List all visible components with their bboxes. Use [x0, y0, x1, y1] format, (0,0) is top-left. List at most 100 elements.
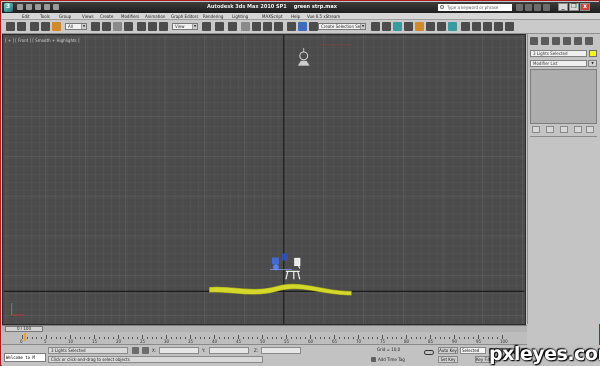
align-icon[interactable]	[309, 22, 318, 31]
rotate-icon[interactable]	[148, 22, 157, 31]
menu-help[interactable]: Help	[291, 13, 300, 20]
auto-key-button[interactable]: Auto Key	[438, 347, 458, 354]
maxscript-listener-input[interactable]: Welcome to M	[4, 353, 46, 362]
select-object-icon[interactable]	[91, 22, 100, 31]
object-color-swatch[interactable]	[589, 50, 597, 57]
set-key-button[interactable]: Set Key	[438, 356, 458, 363]
object-name-field[interactable]: 3 Lights Selected	[530, 50, 587, 57]
help-icon[interactable]	[543, 4, 550, 11]
selection-filter-dropdown[interactable]: All ▼	[65, 23, 87, 30]
key-selection-dropdown[interactable]: Selected	[460, 347, 486, 354]
curve-editor-icon[interactable]	[393, 22, 402, 31]
track-bar-tick	[252, 337, 254, 339]
window-crossing-icon[interactable]	[124, 22, 133, 31]
open-file-icon[interactable]	[26, 4, 32, 10]
modifier-list-dropdown[interactable]: Modifier List	[530, 60, 587, 67]
restore-button[interactable]: ❐	[569, 3, 579, 11]
add-time-tag-button[interactable]: Add Time Tag	[370, 356, 420, 363]
mirror-icon[interactable]	[298, 22, 307, 31]
menu-group[interactable]: Group	[59, 13, 71, 20]
set-key-icon[interactable]	[424, 350, 434, 355]
graphite-ribbon-icon[interactable]	[382, 22, 391, 31]
schematic-view-icon[interactable]	[404, 22, 413, 31]
snaps-toggle-icon[interactable]	[241, 22, 250, 31]
percent-snap-icon[interactable]	[263, 22, 272, 31]
new-file-icon[interactable]	[17, 4, 23, 10]
save-file-icon[interactable]	[35, 4, 41, 10]
vue-tool-4-icon[interactable]	[494, 22, 503, 31]
remove-modifier-icon[interactable]	[574, 126, 582, 133]
keyboard-shortcut-override-icon[interactable]	[228, 22, 237, 31]
angle-snap-icon[interactable]	[252, 22, 261, 31]
pivot-center-icon[interactable]	[202, 22, 211, 31]
utilities-tab-icon[interactable]	[585, 37, 593, 45]
vue-tool-2-icon[interactable]	[472, 22, 481, 31]
configure-modifier-sets-icon[interactable]	[586, 126, 594, 133]
undo-tool-icon[interactable]	[6, 22, 15, 31]
favorites-star-icon[interactable]	[534, 4, 541, 11]
modify-tab-icon[interactable]	[541, 37, 549, 45]
named-selection-set-dropdown[interactable]: Create Selection Set ▼	[318, 23, 366, 30]
reference-coordinate-dropdown[interactable]: View ▼	[172, 23, 198, 30]
track-bar-tick-label: 95	[476, 339, 482, 344]
redo-icon[interactable]	[53, 4, 59, 10]
z-coord-field[interactable]	[261, 347, 301, 354]
spinner-snap-icon[interactable]	[274, 22, 283, 31]
menu-modifiers[interactable]: Modifiers	[121, 13, 139, 20]
menu-vue-xstream[interactable]: Vue 6.5 xStream	[307, 13, 340, 20]
menu-rendering[interactable]: Rendering	[203, 13, 223, 20]
bind-space-warp-icon[interactable]	[52, 22, 61, 31]
menu-graph-editors[interactable]: Graph Editors	[171, 13, 198, 20]
track-bar-tick	[396, 337, 398, 339]
rendered-frame-window-icon[interactable]	[437, 22, 446, 31]
render-setup-icon[interactable]	[426, 22, 435, 31]
menu-edit[interactable]: Edit	[22, 13, 30, 20]
lock-selection-icon[interactable]	[132, 347, 139, 354]
binoculars-icon[interactable]	[516, 4, 523, 11]
render-production-icon[interactable]	[448, 22, 457, 31]
pin-stack-icon[interactable]	[532, 126, 540, 133]
track-bar[interactable]: 0 5 10 15 20 25 30 35 40 45 50 55 60 65 70 75 80 85 90 95 10…	[2, 332, 527, 345]
show-end-result-icon[interactable]	[546, 126, 554, 133]
display-tab-icon[interactable]	[574, 37, 582, 45]
close-button[interactable]: x	[580, 3, 590, 11]
menu-lighting[interactable]: Lighting	[232, 13, 248, 20]
front-viewport[interactable]: [ + ] [ Front ] [ Smooth + Highlights ]	[2, 34, 526, 325]
minimize-button[interactable]: _	[558, 3, 568, 11]
vue-tool-1-icon[interactable]	[461, 22, 470, 31]
keyword-search-input[interactable]: Type a keyword or phrase	[438, 4, 512, 11]
motion-tab-icon[interactable]	[563, 37, 571, 45]
hierarchy-tab-icon[interactable]	[552, 37, 560, 45]
menu-create[interactable]: Create	[100, 13, 113, 20]
unlink-icon[interactable]	[41, 22, 50, 31]
modifier-stack-list[interactable]	[530, 69, 597, 124]
material-editor-icon[interactable]	[415, 22, 424, 31]
subscription-icon[interactable]	[525, 4, 532, 11]
app-logo-icon[interactable]: 3	[4, 3, 13, 12]
menu-animation[interactable]: Animation	[145, 13, 165, 20]
select-by-name-icon[interactable]	[102, 22, 111, 31]
select-link-icon[interactable]	[30, 22, 39, 31]
create-tab-icon[interactable]	[530, 37, 538, 45]
redo-tool-icon[interactable]	[17, 22, 26, 31]
select-manipulate-icon[interactable]	[215, 22, 224, 31]
layer-manager-icon[interactable]	[371, 22, 380, 31]
make-unique-icon[interactable]	[560, 126, 568, 133]
move-icon[interactable]	[137, 22, 146, 31]
undo-icon[interactable]	[44, 4, 50, 10]
scale-icon[interactable]	[159, 22, 168, 31]
edit-named-selection-icon[interactable]	[287, 22, 296, 31]
y-coord-field[interactable]	[209, 347, 249, 354]
rectangular-selection-icon[interactable]	[113, 22, 122, 31]
vue-tool-3-icon[interactable]	[483, 22, 492, 31]
menu-views[interactable]: Views	[82, 13, 94, 20]
vue-tool-5-icon[interactable]	[505, 22, 514, 31]
viewport-label[interactable]: [ + ] [ Front ] [ Smooth + Highlights ]	[5, 38, 79, 43]
absolute-mode-icon[interactable]	[142, 347, 149, 354]
menu-tools[interactable]: Tools	[40, 13, 50, 20]
track-bar-tick	[127, 337, 129, 339]
chevron-down-icon[interactable]: ▼	[588, 60, 597, 67]
x-coord-field[interactable]	[159, 347, 199, 354]
menu-maxscript[interactable]: MAXScript	[262, 13, 283, 20]
time-slider[interactable]: 0 / 100	[2, 325, 527, 332]
